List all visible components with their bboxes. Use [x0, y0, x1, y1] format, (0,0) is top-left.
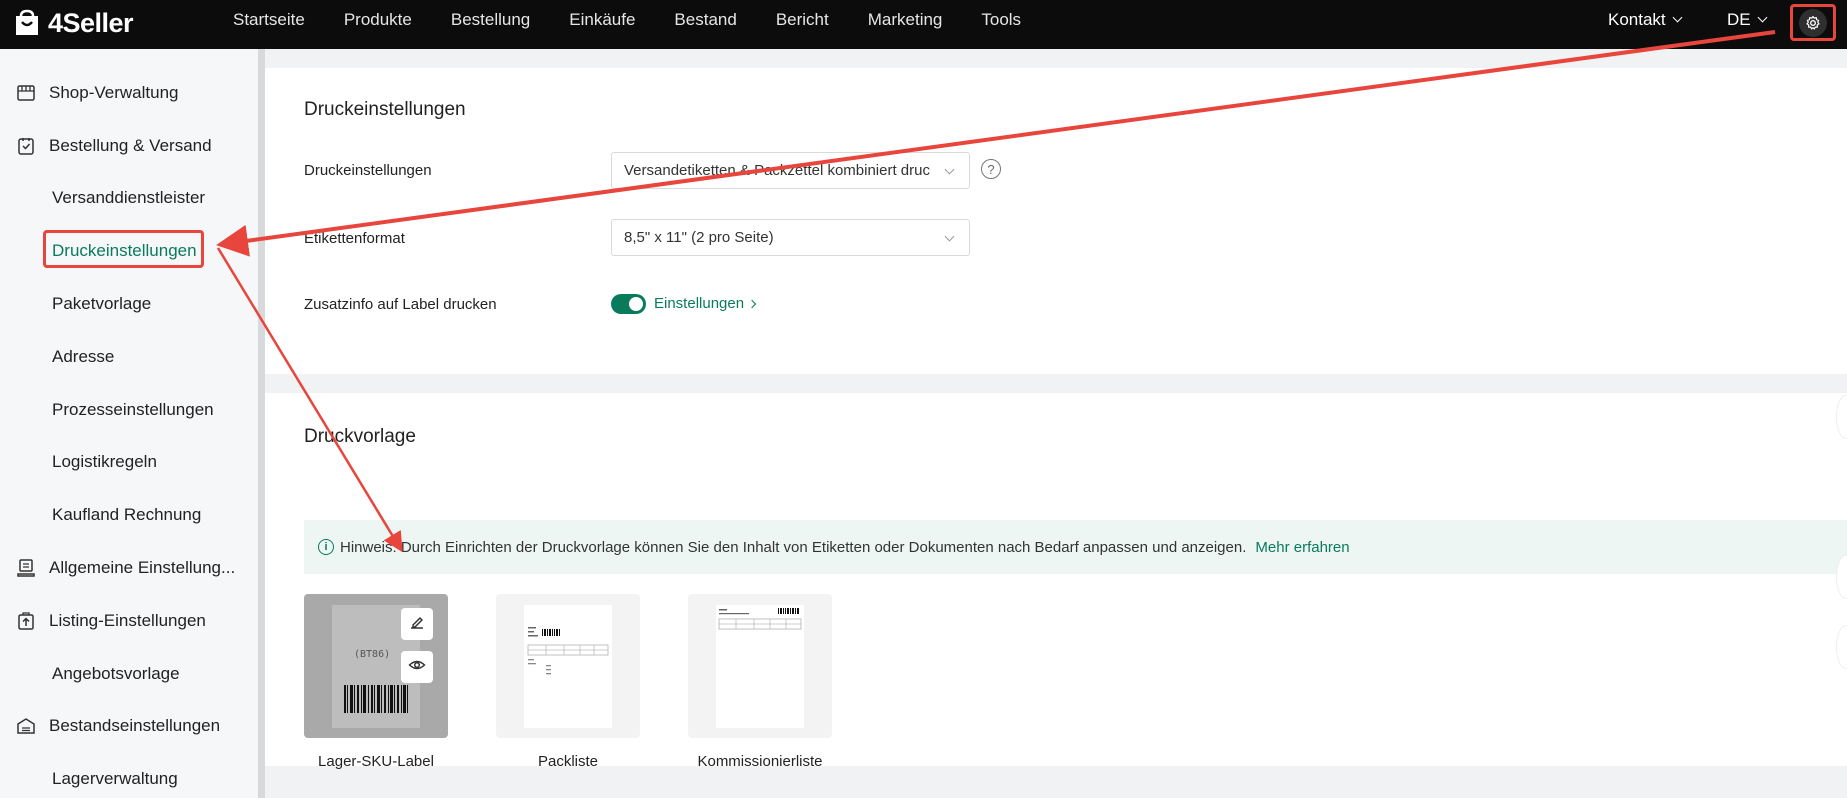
picking-list-preview-graphic	[718, 608, 802, 630]
sidebar-item-label: Druckeinstellungen	[52, 241, 197, 260]
sidebar-item-label: Versanddienstleister	[52, 188, 206, 207]
sidebar-item-general[interactable]: Allgemeine Einstellung...	[0, 543, 258, 593]
general-icon	[15, 557, 37, 579]
eye-icon	[408, 656, 426, 679]
sidebar-item-address[interactable]: Adresse	[0, 332, 258, 382]
side-tab[interactable]	[1836, 395, 1847, 439]
print-mode-select[interactable]: Versandetiketten & Packzettel kombiniert…	[611, 152, 970, 189]
sidebar-item-process[interactable]: Prozesseinstellungen	[0, 385, 258, 435]
packing-list-preview-graphic	[527, 627, 609, 675]
print-templates-card: Druckvorlage i Hinweis: Durch Einrichten…	[265, 393, 1847, 770]
sidebar-item-carriers[interactable]: Versanddienstleister	[0, 173, 258, 223]
sidebar-item-label: Adresse	[52, 347, 115, 366]
template-preview	[716, 605, 804, 728]
sidebar-item-kaufland[interactable]: Kaufland Rechnung	[0, 490, 258, 540]
stock-icon	[15, 715, 37, 737]
side-tab[interactable]	[1836, 555, 1847, 599]
chevron-down-icon	[1757, 12, 1768, 23]
template-label: Lager-SKU-Label	[318, 753, 434, 770]
sidebar-item-listing[interactable]: Listing-Einstellungen	[0, 596, 258, 646]
sidebar-item-print-settings[interactable]: Druckeinstellungen	[0, 226, 258, 276]
order-icon	[15, 135, 37, 157]
app-name: 4Seller	[48, 7, 134, 38]
template-card-sku-label[interactable]: (BT86)	[304, 594, 448, 738]
listing-icon	[15, 610, 37, 632]
logo[interactable]: 4Seller	[12, 4, 134, 42]
print-settings-title: Druckeinstellungen	[304, 99, 466, 120]
main-nav: Startseite Produkte Bestellung Einkäufe …	[233, 0, 1060, 40]
template-label: Packliste	[537, 753, 599, 770]
template-preview	[524, 605, 612, 728]
sidebar-item-offer[interactable]: Angebotsvorlage	[0, 649, 258, 699]
language-label: DE	[1727, 10, 1751, 29]
print-mode-label: Druckeinstellungen	[304, 162, 432, 179]
language-menu[interactable]: DE	[1727, 0, 1768, 40]
edit-template-button[interactable]	[401, 608, 433, 640]
nav-item-einkaeufe[interactable]: Einkäufe	[569, 10, 635, 30]
extra-info-settings-link[interactable]: Einstellungen	[654, 295, 757, 312]
sidebar-item-label: Lagerverwaltung	[52, 769, 178, 788]
top-bar: 4Seller Startseite Produkte Bestellung E…	[0, 0, 1847, 49]
chevron-right-icon	[747, 299, 757, 309]
info-icon: i	[318, 539, 334, 555]
barcode-icon	[344, 685, 408, 713]
preview-template-button[interactable]	[401, 651, 433, 683]
label-format-value: 8,5" x 11" (2 pro Seite)	[624, 229, 774, 246]
settings-link-label: Einstellungen	[654, 295, 745, 312]
sidebar-item-order[interactable]: Bestellung & Versand	[0, 121, 258, 171]
sidebar-item-label: Paketvorlage	[52, 294, 152, 313]
sidebar-item-label: Kaufland Rechnung	[52, 505, 202, 524]
template-label: Kommissionierliste	[697, 753, 823, 770]
extra-info-toggle[interactable]	[611, 294, 646, 314]
sidebar-item-label: Angebotsvorlage	[52, 664, 180, 683]
side-tab[interactable]	[1836, 625, 1847, 669]
nav-item-startseite[interactable]: Startseite	[233, 10, 305, 30]
preview-sku-text: (BT86)	[354, 649, 391, 660]
hint-text: Hinweis: Durch Einrichten der Druckvorla…	[340, 538, 1247, 556]
sidebar-item-label: Prozesseinstellungen	[52, 400, 214, 419]
sidebar-item-warehouse[interactable]: Lagerverwaltung	[0, 754, 258, 798]
sidebar-item-label: Shop-Verwaltung	[49, 83, 179, 102]
print-mode-value: Versandetiketten & Packzettel kombiniert…	[624, 162, 930, 179]
sidebar-item-label: Bestellung & Versand	[49, 136, 212, 155]
shop-icon	[15, 82, 37, 104]
settings-button[interactable]	[1790, 4, 1836, 41]
sidebar-item-label: Allgemeine Einstellung...	[49, 558, 236, 577]
help-icon[interactable]: ?	[981, 159, 1001, 179]
logo-icon	[12, 8, 42, 38]
contact-menu[interactable]: Kontakt	[1608, 0, 1683, 40]
chevron-down-icon	[944, 164, 955, 175]
sidebar-item-label: Logistikregeln	[52, 452, 157, 471]
main-content: Druckeinstellungen Druckeinstellungen Ve…	[265, 49, 1847, 798]
template-card-picking-list[interactable]	[688, 594, 832, 738]
print-settings-card: Druckeinstellungen Druckeinstellungen Ve…	[265, 68, 1847, 374]
nav-item-bericht[interactable]: Bericht	[776, 10, 829, 30]
nav-item-bestellung[interactable]: Bestellung	[451, 10, 530, 30]
chevron-down-icon	[944, 231, 955, 242]
learn-more-link[interactable]: Mehr erfahren	[1255, 539, 1349, 556]
nav-item-tools[interactable]: Tools	[981, 10, 1021, 30]
template-card-packing-list[interactable]	[496, 594, 640, 738]
extra-info-label: Zusatzinfo auf Label drucken	[304, 296, 497, 313]
nav-item-produkte[interactable]: Produkte	[344, 10, 412, 30]
sidebar-scrollbar[interactable]	[258, 49, 265, 798]
label-format-select[interactable]: 8,5" x 11" (2 pro Seite)	[611, 219, 970, 256]
sidebar-item-shop[interactable]: Shop-Verwaltung	[0, 68, 258, 118]
gear-icon	[1799, 8, 1827, 37]
contact-label: Kontakt	[1608, 10, 1666, 29]
edit-icon	[408, 613, 426, 636]
templates-title: Druckvorlage	[304, 426, 416, 447]
label-format-label: Etikettenformat	[304, 230, 405, 247]
chevron-down-icon	[1672, 12, 1683, 23]
nav-item-marketing[interactable]: Marketing	[868, 10, 943, 30]
nav-item-bestand[interactable]: Bestand	[674, 10, 736, 30]
sidebar-item-package[interactable]: Paketvorlage	[0, 279, 258, 329]
sidebar-item-label: Bestandseinstellungen	[49, 716, 221, 735]
sidebar-item-logistics[interactable]: Logistikregeln	[0, 437, 258, 487]
sidebar-item-label: Listing-Einstellungen	[49, 611, 206, 630]
templates-hint: i Hinweis: Durch Einrichten der Druckvor…	[304, 520, 1847, 574]
sidebar-item-stock[interactable]: Bestandseinstellungen	[0, 701, 258, 751]
